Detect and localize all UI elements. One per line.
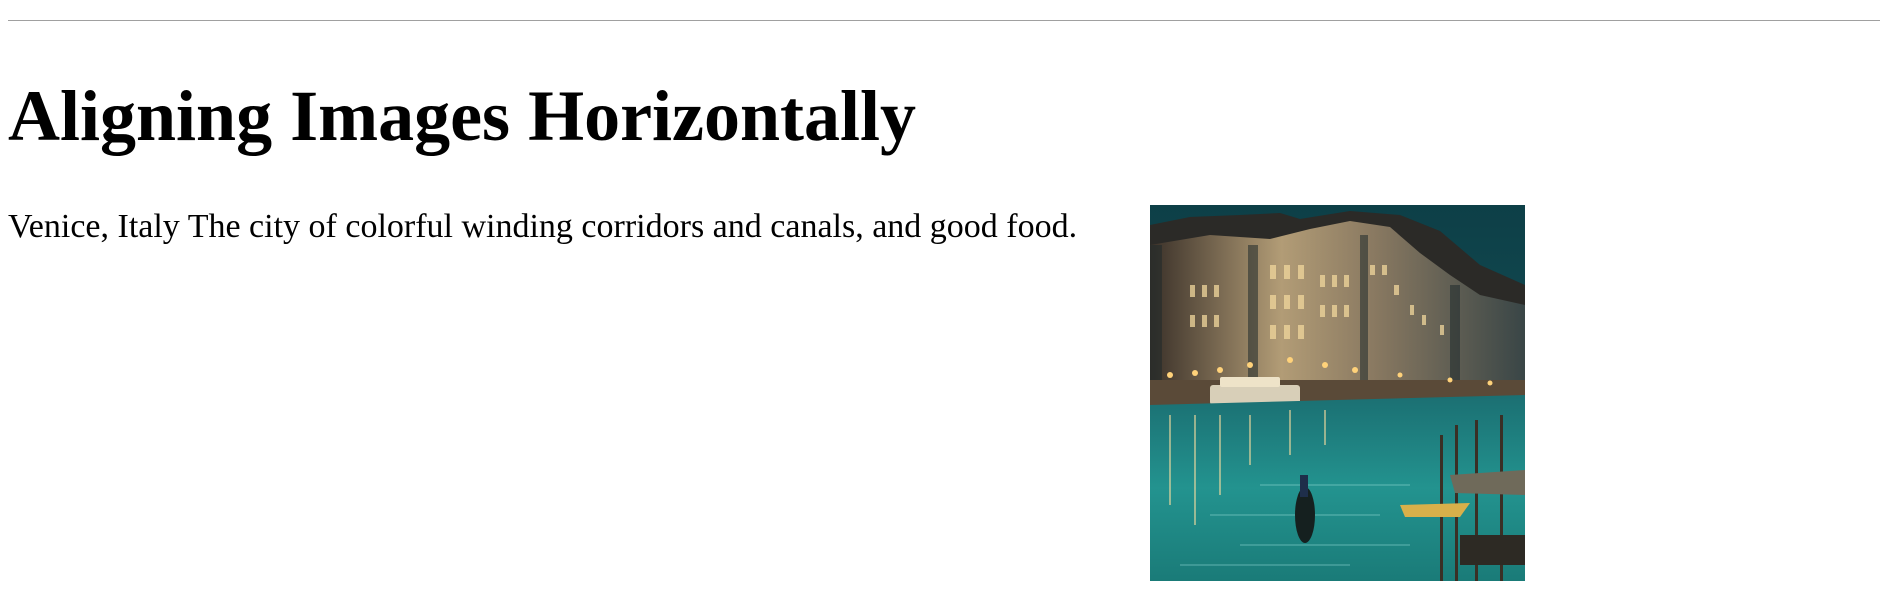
horizontal-rule xyxy=(8,20,1880,22)
page: Aligning Images Horizontally Venice, Ita… xyxy=(0,0,1880,599)
page-title: Aligning Images Horizontally xyxy=(8,76,917,156)
venice-caption: Venice, Italy The city of colorful windi… xyxy=(8,208,1078,245)
venice-photo xyxy=(1150,205,1525,581)
